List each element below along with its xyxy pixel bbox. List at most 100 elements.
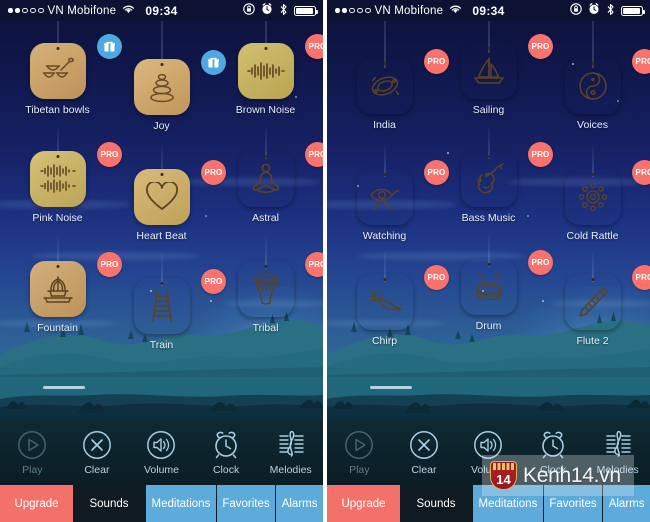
tile-hole — [264, 47, 267, 50]
tab-upgrade[interactable]: Upgrade — [0, 485, 73, 522]
tile-surface[interactable] — [565, 274, 621, 330]
status-bar-right — [570, 3, 650, 19]
clear-button[interactable]: Clear — [66, 429, 128, 476]
sound-label: Chirp — [371, 335, 398, 347]
clock-label: 09:34 — [472, 3, 505, 18]
flute-icon — [578, 287, 608, 317]
tab-alarms[interactable]: Alarms — [275, 485, 323, 522]
tab-sounds[interactable]: Sounds — [400, 485, 472, 522]
double-waveform-icon — [39, 164, 76, 193]
sound-tile-bass-music[interactable]: PRO Bass Music — [435, 127, 553, 224]
tile-surface[interactable] — [29, 43, 86, 99]
sound-tile-flute-2[interactable]: PRO Flute 2 — [539, 250, 650, 347]
sound-tile-tribal[interactable]: PRO Tribal — [212, 237, 323, 334]
sound-tile-chirp[interactable]: PRO Chirp — [331, 250, 449, 347]
tile-surface[interactable] — [238, 151, 294, 207]
volume-button[interactable]: Volume — [130, 429, 192, 476]
rotation-lock-icon — [243, 3, 255, 18]
tile-surface[interactable] — [357, 274, 413, 330]
sound-tile-joy[interactable]: Joy — [108, 0, 226, 132]
tile-hole — [56, 265, 59, 268]
tile-surface[interactable] — [238, 261, 294, 317]
tile-surface[interactable] — [565, 169, 621, 225]
tile-hole — [160, 282, 163, 285]
play-button[interactable]: Play — [328, 429, 390, 476]
pro-badge[interactable]: PRO — [632, 49, 650, 74]
kenh14-logo-icon: 14 — [490, 461, 517, 490]
tool-label: Play — [349, 463, 370, 476]
clock-label: 09:34 — [145, 3, 178, 18]
sound-tile-astral[interactable]: PRO Astral — [212, 127, 323, 224]
tool-label: Volume — [143, 463, 179, 476]
sound-tile-voices[interactable]: PRO Voices — [539, 0, 650, 131]
status-bar-left: VN Mobifone — [327, 4, 462, 17]
sound-tile-train[interactable]: PRO Train — [108, 254, 226, 351]
tile-surface[interactable] — [461, 43, 517, 99]
clear-button[interactable]: Clear — [393, 429, 455, 476]
pro-badge[interactable]: PRO — [528, 34, 553, 59]
pro-badge[interactable]: PRO — [632, 265, 650, 290]
tile-surface[interactable] — [133, 59, 190, 115]
tab-sounds[interactable]: Sounds — [73, 485, 145, 522]
tile-surface[interactable] — [133, 169, 190, 225]
pro-badge[interactable]: PRO — [305, 142, 323, 167]
play-circle-icon — [344, 429, 374, 461]
tile-surface[interactable] — [461, 151, 517, 207]
pro-badge[interactable]: PRO — [528, 142, 553, 167]
tile-surface[interactable] — [461, 259, 517, 315]
tile-surface[interactable] — [134, 278, 190, 334]
sound-tile-cold-rattle[interactable]: PRO Cold Rattle — [539, 145, 650, 242]
tile-surface[interactable] — [29, 151, 86, 207]
tile-hole — [264, 265, 267, 268]
sound-grid: PRO India PRO Sailing PRO Voices — [327, 0, 650, 351]
sound-tile-drum[interactable]: PRO Drum — [435, 235, 553, 332]
wifi-icon — [449, 4, 462, 17]
sound-tile-india[interactable]: PRO India — [331, 0, 449, 131]
pro-badge[interactable]: PRO — [305, 34, 323, 59]
tile-hole — [264, 155, 267, 158]
tab-favorites[interactable]: Favorites — [215, 485, 276, 522]
sound-tile-heart-beat[interactable]: PRO Heart Beat — [108, 145, 226, 242]
stacked-stones-icon — [149, 73, 174, 103]
tile-surface[interactable] — [357, 58, 413, 114]
tile-surface[interactable] — [357, 169, 413, 225]
sound-tile-tibetan-bowls[interactable]: Tibetan bowls — [4, 0, 122, 116]
sound-tile-brown-noise[interactable]: PRO Brown Noise — [212, 0, 323, 116]
pro-badge[interactable]: PRO — [97, 252, 122, 277]
pro-badge[interactable]: PRO — [305, 252, 323, 277]
sound-label: Brown Noise — [235, 104, 296, 116]
tile-hole — [383, 62, 386, 65]
pro-badge[interactable]: PRO — [528, 250, 553, 275]
sound-label: Watching — [362, 230, 407, 242]
battery-icon — [294, 5, 318, 16]
sound-grid: Tibetan bowls Joy PR Brown Noise PRO Pin… — [0, 0, 323, 351]
sound-label: Astral — [252, 212, 279, 224]
sound-label: Drum — [475, 320, 502, 332]
rotation-lock-icon — [570, 3, 582, 18]
bluetooth-icon — [279, 3, 288, 19]
sound-label: Tibetan bowls — [25, 104, 90, 116]
melodies-button[interactable]: Melodies — [260, 429, 322, 476]
tool-label: Clear — [411, 463, 437, 476]
tile-hole — [160, 63, 163, 66]
tile-surface[interactable] — [237, 43, 294, 99]
sound-tile-sailing[interactable]: PRO Sailing — [435, 0, 553, 116]
sound-tile-pink-noise[interactable]: PRO Pink Noise — [4, 127, 122, 224]
sound-tile-fountain[interactable]: PRO Fountain — [4, 237, 122, 334]
yin-yang-icon — [578, 72, 607, 100]
tab-meditations[interactable]: Meditations — [145, 485, 216, 522]
pro-badge[interactable]: PRO — [97, 142, 122, 167]
tile-surface[interactable] — [29, 261, 86, 317]
tile-surface[interactable] — [565, 58, 621, 114]
pro-badge[interactable]: PRO — [632, 160, 650, 185]
eye-of-horus-icon — [369, 188, 400, 210]
clock-button[interactable]: Clock — [195, 429, 257, 476]
sound-tile-watching[interactable]: PRO Watching — [331, 145, 449, 242]
play-button[interactable]: Play — [1, 429, 63, 476]
gift-badge[interactable] — [97, 34, 122, 59]
sound-label: Heart Beat — [136, 230, 187, 242]
tab-upgrade[interactable]: Upgrade — [327, 485, 400, 522]
close-circle-icon — [82, 429, 112, 461]
close-circle-icon — [409, 429, 439, 461]
crown-detail — [492, 463, 515, 470]
